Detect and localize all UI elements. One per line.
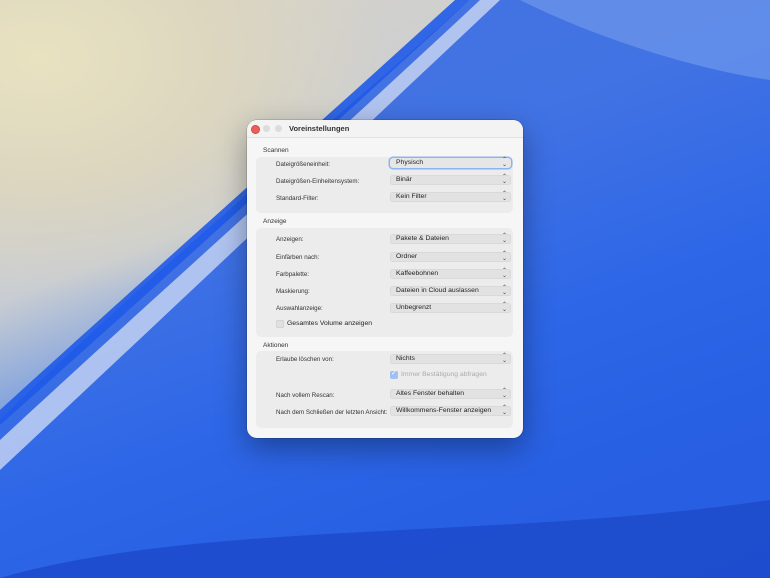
chevron-updown-icon: ⌃ ⌄ <box>501 268 507 279</box>
window-title: Voreinstellungen <box>289 124 350 133</box>
label-erlaube-loeschen: Erlaube löschen von: <box>276 356 334 363</box>
label-einfaerben-nach: Einfärben nach: <box>276 254 320 261</box>
chevron-updown-icon: ⌃ ⌄ <box>501 174 507 185</box>
label-auswahlanzeige: Auswahlanzeige: <box>276 305 323 312</box>
popup-value: Altes Fenster behalten <box>396 390 465 397</box>
zoom-window-button[interactable] <box>275 125 282 132</box>
popup-value: Unbegrenzt <box>396 304 432 311</box>
popup-dateigroesseneinheit[interactable]: Physisch ⌃ ⌄ <box>390 157 511 168</box>
popup-value: Ordner <box>396 253 418 260</box>
popup-value: Pakete & Dateien <box>396 235 449 242</box>
chevron-updown-icon: ⌃ ⌄ <box>501 388 507 399</box>
chevron-updown-icon: ⌃ ⌄ <box>501 251 507 262</box>
popup-erlaube-loeschen[interactable]: Nichts ⌃ ⌄ <box>390 353 511 364</box>
close-window-button[interactable] <box>251 125 260 134</box>
popup-standard-filter[interactable]: Kein Filter ⌃ ⌄ <box>390 191 511 202</box>
label-standard-filter: Standard-Filter: <box>276 195 319 202</box>
chevron-updown-icon: ⌃ ⌄ <box>501 285 507 296</box>
label-dateigroesseneinheit: Dateigrößeneinheit: <box>276 161 331 168</box>
checkbox-immer-bestaetigung: ✓ <box>390 370 398 379</box>
label-farbpalette: Farbpalette: <box>276 271 310 278</box>
title-bar[interactable]: Voreinstellungen <box>247 120 523 138</box>
group-scannen: Dateigrößeneinheit: Physisch ⌃ ⌄ Dateigrö… <box>256 157 513 213</box>
group-aktionen: Erlaube löschen von: Nichts ⌃ ⌄ ✓ Immer B… <box>256 351 513 428</box>
label-anzeigen: Anzeigen: <box>276 236 304 243</box>
popup-einfaerben-nach[interactable]: Ordner ⌃ ⌄ <box>390 251 511 262</box>
popup-einheitensystem[interactable]: Binär ⌃ ⌄ <box>390 174 511 185</box>
popup-farbpalette[interactable]: Kaffeebohnen ⌃ ⌄ <box>390 268 511 279</box>
checkbox-label-gesamtes-volume[interactable]: Gesamtes Volume anzeigen <box>287 320 372 327</box>
popup-value: Kein Filter <box>396 193 427 200</box>
checkmark-icon: ✓ <box>391 370 397 377</box>
chevron-updown-icon: ⌃ ⌄ <box>501 191 507 202</box>
popup-value: Binär <box>396 176 412 183</box>
popup-value: Dateien in Cloud auslassen <box>396 287 479 294</box>
popup-value: Kaffeebohnen <box>396 270 439 277</box>
preferences-window: Voreinstellungen Scannen Dateigrößeneinh… <box>247 120 523 438</box>
label-nach-schliessen: Nach dem Schließen der letzten Ansicht: <box>276 409 388 416</box>
chevron-updown-icon: ⌃ ⌄ <box>501 353 507 364</box>
group-anzeige: Anzeigen: Pakete & Dateien ⌃ ⌄ Einfärben … <box>256 228 513 337</box>
chevron-updown-icon: ⌃ ⌄ <box>501 157 507 168</box>
checkbox-gesamtes-volume[interactable] <box>276 320 284 328</box>
label-maskierung: Maskierung: <box>276 288 310 295</box>
section-header-aktionen: Aktionen <box>263 342 289 349</box>
popup-auswahlanzeige[interactable]: Unbegrenzt ⌃ ⌄ <box>390 302 511 313</box>
section-header-anzeige: Anzeige <box>263 218 287 225</box>
popup-maskierung[interactable]: Dateien in Cloud auslassen ⌃ ⌄ <box>390 285 511 296</box>
chevron-updown-icon: ⌃ ⌄ <box>501 302 507 313</box>
popup-value: Nichts <box>396 355 415 362</box>
popup-value: Physisch <box>396 159 424 166</box>
popup-nach-vollem-rescan[interactable]: Altes Fenster behalten ⌃ ⌄ <box>390 388 511 399</box>
section-header-scannen: Scannen <box>263 147 289 154</box>
checkbox-label-immer-bestaetigung: Immer Bestätigung abfragen <box>401 371 487 378</box>
chevron-updown-icon: ⌃ ⌄ <box>501 233 507 244</box>
popup-nach-schliessen[interactable]: Willkommens-Fenster anzeigen ⌃ ⌄ <box>390 405 511 416</box>
label-einheitensystem: Dateigrößen-Einheitensystem: <box>276 178 360 185</box>
popup-anzeigen[interactable]: Pakete & Dateien ⌃ ⌄ <box>390 233 511 244</box>
label-nach-vollem-rescan: Nach vollem Rescan: <box>276 392 335 399</box>
chevron-updown-icon: ⌃ ⌄ <box>501 405 507 416</box>
popup-value: Willkommens-Fenster anzeigen <box>396 407 492 414</box>
minimize-window-button[interactable] <box>263 125 270 132</box>
